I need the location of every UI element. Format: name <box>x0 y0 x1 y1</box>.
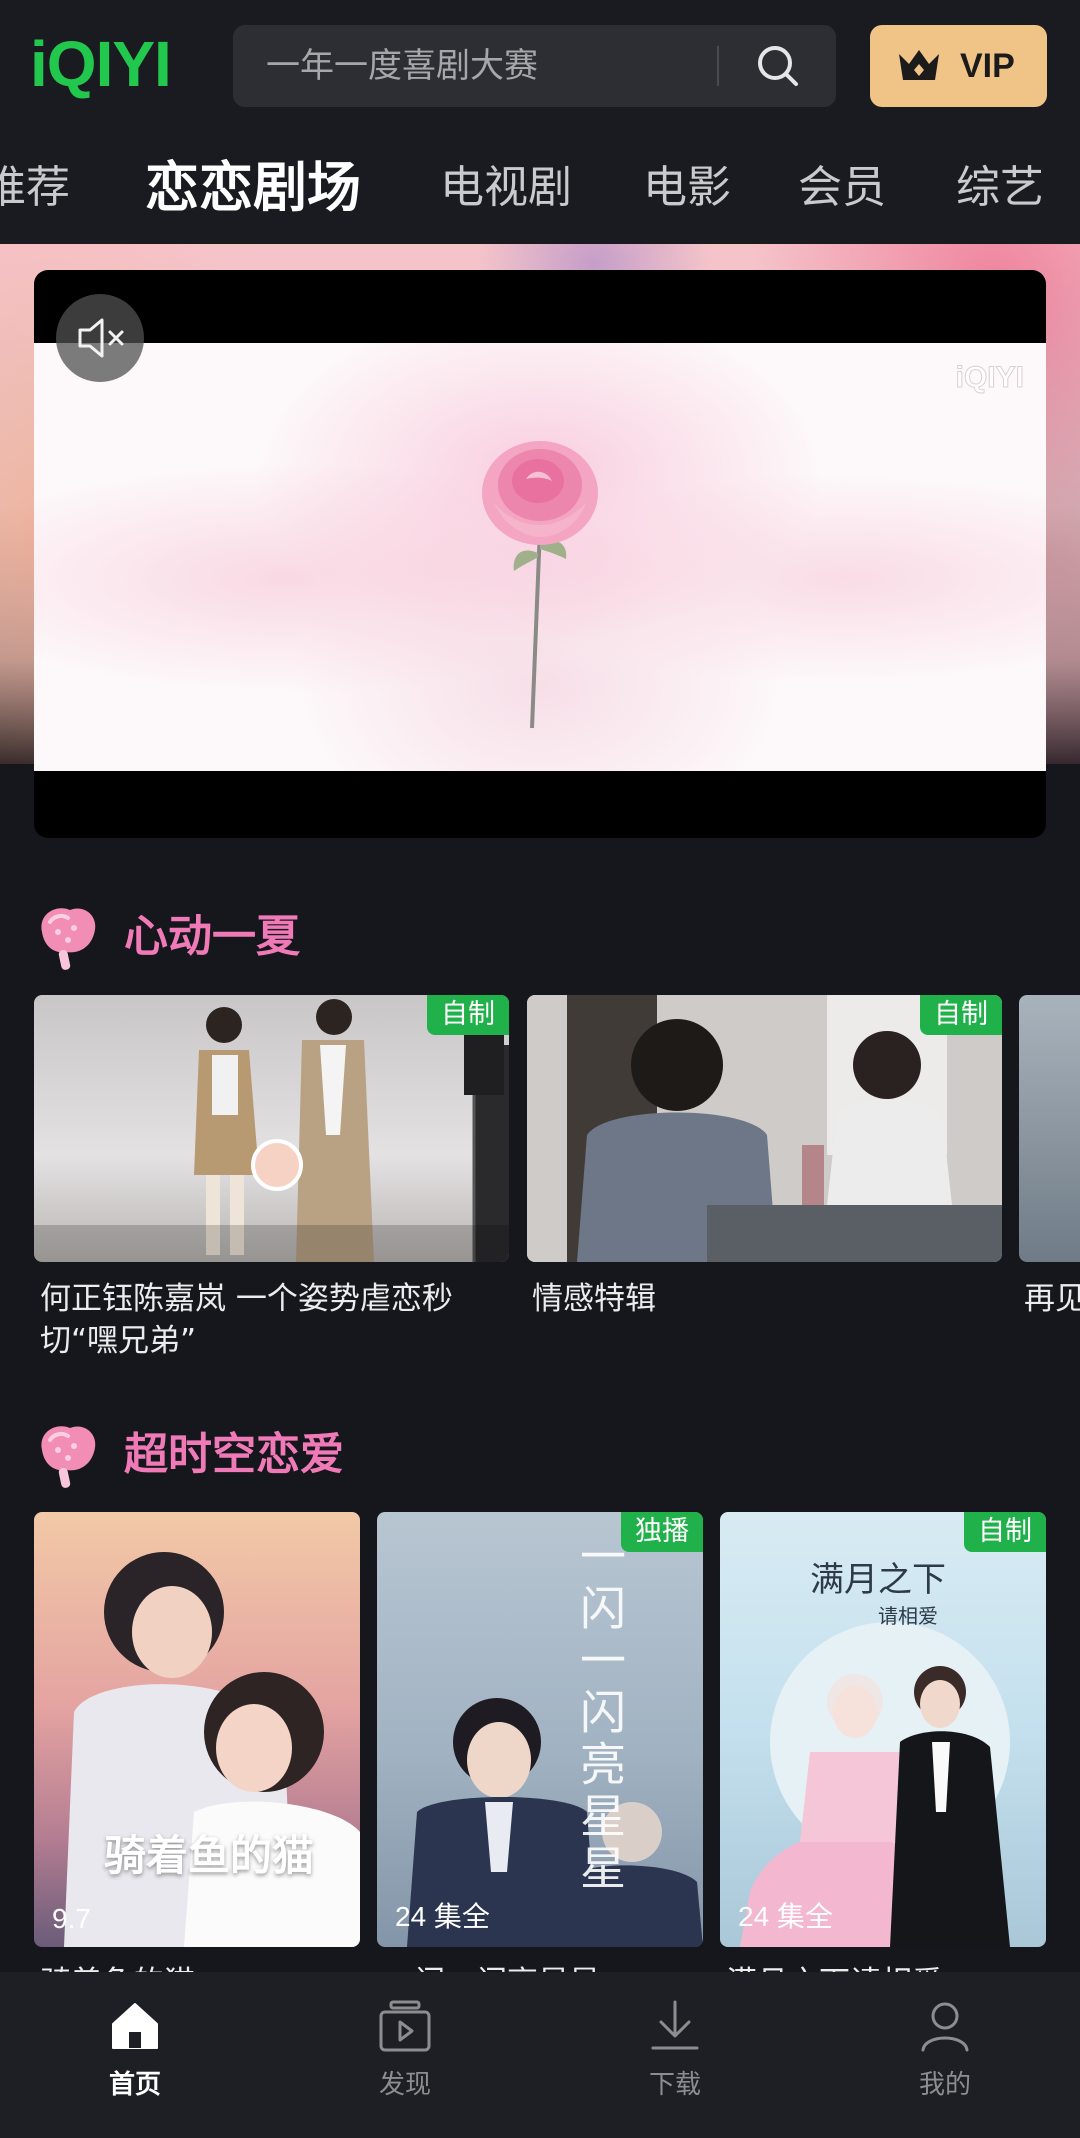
couple-photo <box>34 999 509 1262</box>
tab-variety[interactable]: 综艺 <box>956 160 1044 216</box>
vip-label: VIP <box>960 47 1015 85</box>
nav-profile[interactable]: 我的 <box>885 1998 1005 2108</box>
mute-button[interactable] <box>56 294 144 382</box>
muted-speaker-icon <box>78 318 124 358</box>
drama-poster[interactable]: 骑着鱼的猫 9.7 <box>34 1512 360 1947</box>
rose-image <box>482 441 598 729</box>
nav-home[interactable]: 首页 <box>75 1998 195 2108</box>
badge-exclusive: 独播 <box>621 1512 703 1552</box>
section-title: 超时空恋爱 <box>124 1429 344 1480</box>
video-watermark: iQIYI <box>955 361 1024 395</box>
school-uniform-poster-art <box>407 1698 703 1947</box>
drama-poster[interactable]: 满月之下 请相爱 自制 24 集全 <box>720 1512 1046 1947</box>
tab-recommend[interactable]: 推荐 <box>0 160 70 216</box>
video-frame: iQIYI <box>34 343 1046 771</box>
top-bar: iQIYI 一年一度喜剧大赛 VIP <box>0 0 1080 132</box>
card-caption[interactable]: 情感特辑 <box>532 1278 1002 1320</box>
poster-title: 一闪一闪亮星星 <box>573 1532 627 1896</box>
popsicle-icon <box>41 908 96 970</box>
card-caption[interactable]: 何正钰陈嘉岚 一个姿势虐恋秒切“嘿兄弟” <box>40 1278 510 1362</box>
drama-poster[interactable]: 一闪一闪亮星星 独播 24 集全 <box>377 1512 703 1947</box>
search-icon[interactable] <box>753 41 803 91</box>
video-player[interactable]: iQIYI <box>34 270 1046 838</box>
nav-label: 发现 <box>378 2070 431 2100</box>
section-title: 心动一夏 <box>124 911 300 962</box>
rating: 9.7 <box>52 1903 91 1934</box>
crown-icon <box>899 50 939 80</box>
vip-button[interactable]: VIP <box>870 25 1047 107</box>
nav-download[interactable]: 下载 <box>615 1998 735 2108</box>
video-card[interactable] <box>1019 995 1080 1262</box>
popsicle-icon <box>41 1426 96 1488</box>
search-placeholder: 一年一度喜剧大赛 <box>266 46 538 86</box>
badge-original: 自制 <box>920 995 1002 1035</box>
nav-label: 下载 <box>648 2070 701 2100</box>
category-tabs: 推荐 恋恋剧场 电视剧 电影 会员 综艺 <box>0 132 1080 244</box>
poster-title: 满月之下 <box>810 1560 946 1600</box>
episode-count: 24 集全 <box>738 1901 833 1932</box>
poster-subtitle: 请相爱 <box>878 1604 938 1628</box>
nav-label: 我的 <box>918 2070 971 2100</box>
badge-original: 自制 <box>427 995 509 1035</box>
nav-label: 首页 <box>108 2070 161 2100</box>
discover-icon <box>379 2000 431 2052</box>
tab-romance-theater[interactable]: 恋恋剧场 <box>145 156 361 220</box>
download-icon <box>651 2000 699 2050</box>
iqiyi-logo[interactable]: iQIYI <box>30 32 172 96</box>
search-divider <box>717 46 719 86</box>
video-card[interactable]: 自制 <box>34 995 509 1262</box>
dinner-scene-photo <box>527 995 1002 1262</box>
card-caption[interactable]: 再见 <box>1024 1278 1080 1320</box>
nav-discover[interactable]: 发现 <box>345 1998 465 2108</box>
poster-title: 骑着鱼的猫 <box>104 1831 315 1880</box>
video-card[interactable]: 自制 <box>527 995 1002 1262</box>
profile-icon <box>921 2002 969 2052</box>
badge-original: 自制 <box>964 1512 1046 1552</box>
bottom-navigation: 首页 发现 下载 我的 <box>0 1972 1080 2138</box>
home-icon <box>112 2003 158 2049</box>
search-box[interactable]: 一年一度喜剧大赛 <box>233 25 836 107</box>
tab-tv-series[interactable]: 电视剧 <box>440 160 572 216</box>
episode-count: 24 集全 <box>395 1901 490 1932</box>
tab-movies[interactable]: 电影 <box>643 160 731 216</box>
tab-members[interactable]: 会员 <box>798 160 886 216</box>
